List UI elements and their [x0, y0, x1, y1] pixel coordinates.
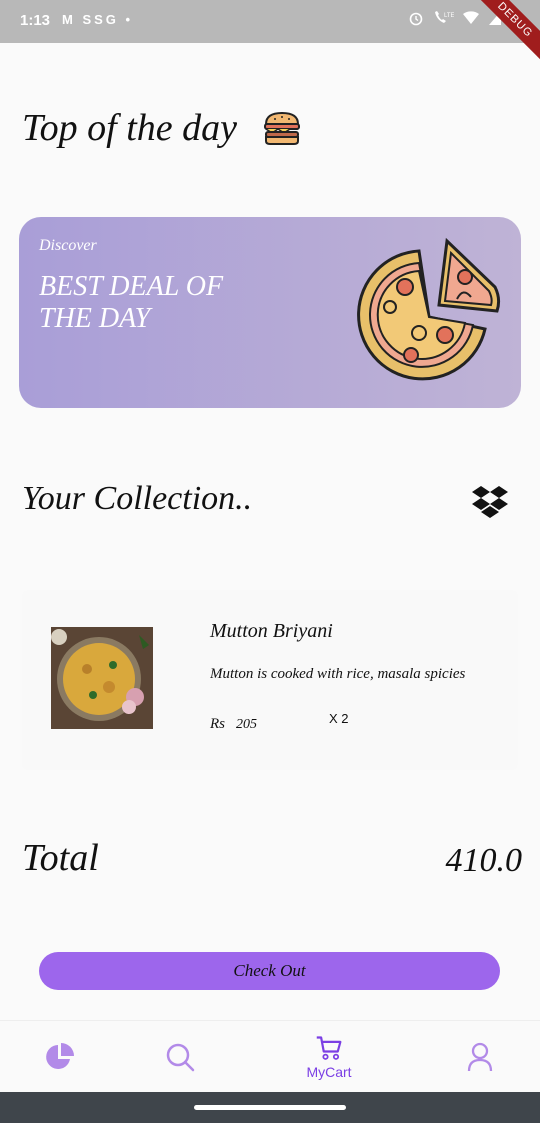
nav-item-search[interactable]: [130, 1021, 230, 1093]
collection-title: Your Collection..: [22, 480, 253, 517]
total-value: 410.0: [445, 842, 523, 879]
page-title: Top of the day: [22, 107, 237, 149]
item-description: Mutton is cooked with rice, masala spici…: [210, 666, 466, 682]
checkout-button[interactable]: Check Out: [39, 952, 500, 990]
food-image: [51, 627, 153, 729]
dropbox-icon[interactable]: [472, 484, 508, 518]
nav-item-profile[interactable]: [430, 1021, 530, 1093]
status-time: 1:13: [20, 12, 51, 29]
home-gesture-pill[interactable]: [194, 1105, 346, 1110]
alarm-icon: [409, 12, 423, 26]
cart-item[interactable]: Mutton Briyani Mutton is cooked with ric…: [22, 590, 518, 770]
cart-icon: [316, 1036, 342, 1060]
banner-headline: BEST DEAL OF THE DAY: [39, 271, 224, 334]
svg-text:LTE: LTE: [444, 13, 454, 19]
search-icon: [166, 1043, 195, 1072]
banner-subtitle: Discover: [39, 237, 97, 254]
call-lte-icon: LTE: [435, 11, 454, 23]
nav-item-mycart[interactable]: MyCart: [279, 1021, 379, 1093]
wifi-icon: [463, 11, 479, 24]
pie-chart-icon: [46, 1043, 74, 1069]
item-name: Mutton Briyani: [210, 620, 333, 642]
deal-banner[interactable]: Discover BEST DEAL OF THE DAY: [19, 217, 521, 408]
item-price: 205: [236, 717, 257, 732]
nav-item-dashboard[interactable]: [10, 1021, 110, 1093]
total-label: Total: [22, 837, 99, 879]
item-quantity: X 2: [329, 711, 349, 726]
pizza-icon: [357, 237, 501, 381]
price-currency: Rs: [210, 716, 225, 732]
system-nav-bar: [0, 1092, 540, 1123]
bottom-nav: MyCart: [0, 1020, 540, 1092]
notification-icons: M SSG •: [62, 12, 134, 27]
nav-label-mycart: MyCart: [306, 1064, 352, 1080]
status-bar: 1:13 M SSG • LTE: [0, 0, 540, 43]
user-icon: [467, 1042, 493, 1072]
burger-icon: [264, 111, 300, 145]
